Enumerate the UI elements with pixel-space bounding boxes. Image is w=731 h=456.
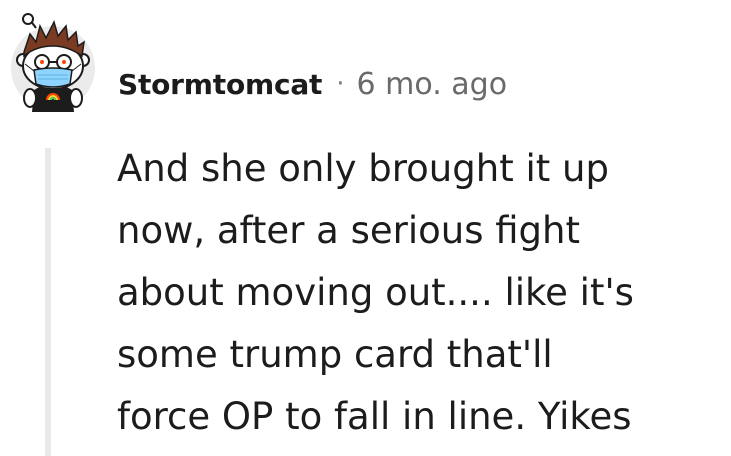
comment-timestamp[interactable]: 6 mo. ago xyxy=(357,67,508,102)
thread-collapse-line[interactable] xyxy=(45,148,51,456)
user-avatar[interactable] xyxy=(10,12,96,112)
comment-body: And she only brought it up now, after a … xyxy=(117,138,717,448)
comment-body-line: now, after a serious fight xyxy=(117,209,581,252)
comment-body-line: some trump card that'll xyxy=(117,333,553,376)
comment-meta: Stormtomcat · 6 mo. ago xyxy=(118,64,507,104)
comment-body-line: force OP to fall in line. Yikes xyxy=(117,395,632,438)
comment: Stormtomcat · 6 mo. ago And she only bro… xyxy=(0,0,731,456)
meta-separator: · xyxy=(336,69,345,99)
author-username[interactable]: Stormtomcat xyxy=(118,68,322,101)
comment-body-line: And she only brought it up xyxy=(117,147,609,190)
snoo-avatar-with-face-mask-icon xyxy=(11,13,95,112)
comment-body-line: about moving out.... like it's xyxy=(117,271,634,314)
